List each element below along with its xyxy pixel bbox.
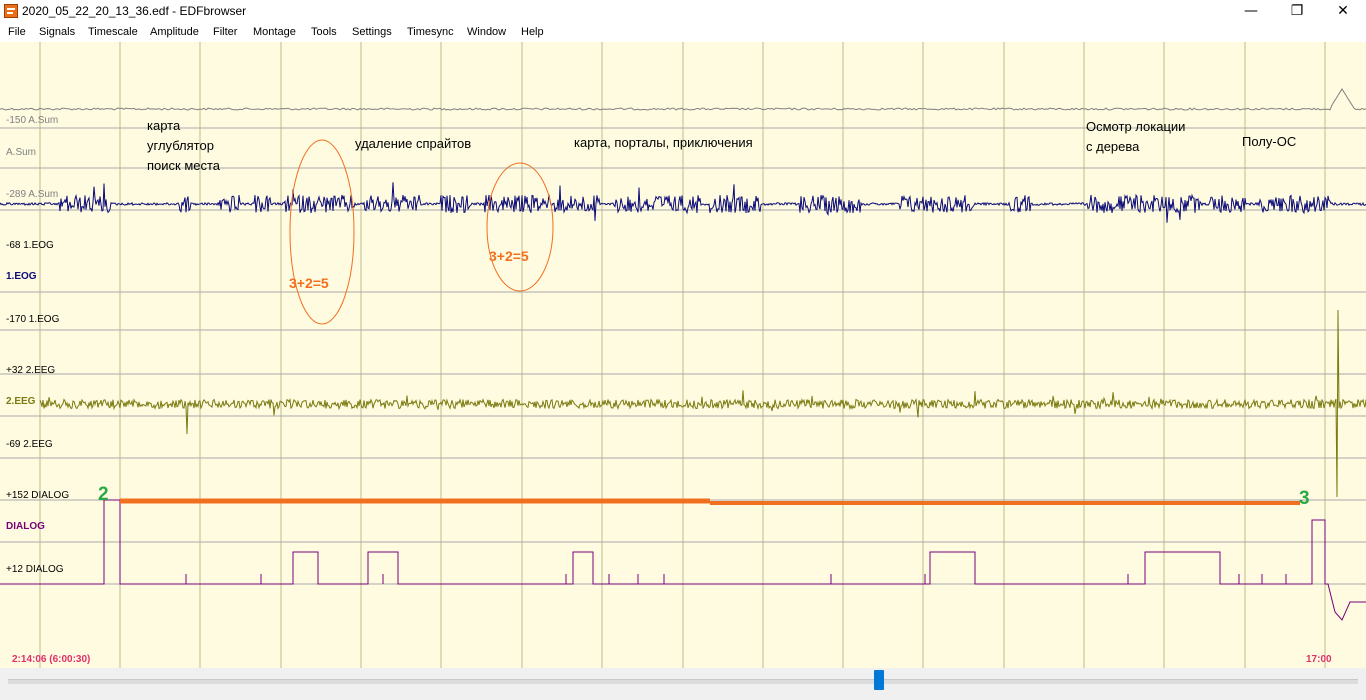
app-icon [4,4,18,18]
signal-canvas[interactable]: -150 A.Sum A.Sum -289 A.Sum -68 1.EOG 1.… [0,42,1366,668]
eeg-top-label: +32 2.EEG [6,365,56,376]
horizontal-scrollbar[interactable] [0,668,1366,700]
sum-label-2: 3+2=5 [489,248,529,264]
menu-file[interactable]: File [8,26,26,38]
marker-start: 2 [98,484,109,505]
menu-help[interactable]: Help [521,26,544,38]
eog-top-label: -68 1.EOG [6,240,54,251]
marker-end: 3 [1299,488,1310,509]
close-button[interactable]: ✕ [1320,0,1366,24]
maximize-button[interactable]: ❐ [1274,0,1320,24]
menu-bar: File Signals Timescale Amplitude Filter … [0,24,1366,42]
asum-bottom-label: -289 A.Sum [6,189,59,200]
annotation-semi-os: Полу-ОС [1242,134,1297,149]
dialog-bottom-label: +12 DIALOG [6,564,64,575]
annotation-portals: карта, порталы, приключения [574,135,753,150]
menu-amplitude[interactable]: Amplitude [150,26,199,38]
menu-montage[interactable]: Montage [253,26,296,38]
menu-signals[interactable]: Signals [39,26,75,38]
eeg-bottom-label: -69 2.EEG [6,439,53,450]
eog-bottom-label: -170 1.EOG [6,314,60,325]
time-right: 17:00 [1306,654,1332,665]
menu-timesync[interactable]: Timesync [407,26,454,38]
menu-settings[interactable]: Settings [352,26,392,38]
menu-timescale[interactable]: Timescale [88,26,138,38]
eeg-name-label: 2.EEG [6,396,36,407]
menu-window[interactable]: Window [467,26,506,38]
menu-tools[interactable]: Tools [311,26,337,38]
dialog-top-label: +152 DIALOG [6,490,70,501]
scroll-thumb[interactable] [874,670,884,690]
minimize-button[interactable]: — [1228,0,1274,24]
time-left: 2:14:06 (6:00:30) [12,654,91,665]
dialog-name-label: DIALOG [6,521,45,532]
asum-name-label: A.Sum [6,147,37,158]
sum-label-1: 3+2=5 [289,275,329,291]
scroll-track[interactable] [8,679,1358,684]
eeg-trace [39,309,1366,498]
annotation-inspection: Осмотр локации с дерева [1086,119,1186,154]
asum-top-label: -150 A.Sum [6,115,59,126]
annotation-sprite-removal: удаление спрайтов [355,136,472,151]
title-bar: 2020_05_22_20_13_36.edf - EDFbrowser — ❐… [0,0,1366,24]
annotation-karta: карта углублятор поиск места [147,118,221,173]
eog-name-label: 1.EOG [6,271,37,282]
highlight-ellipse-2 [486,162,554,292]
window-title: 2020_05_22_20_13_36.edf - EDFbrowser [22,4,247,18]
menu-filter[interactable]: Filter [213,26,237,38]
